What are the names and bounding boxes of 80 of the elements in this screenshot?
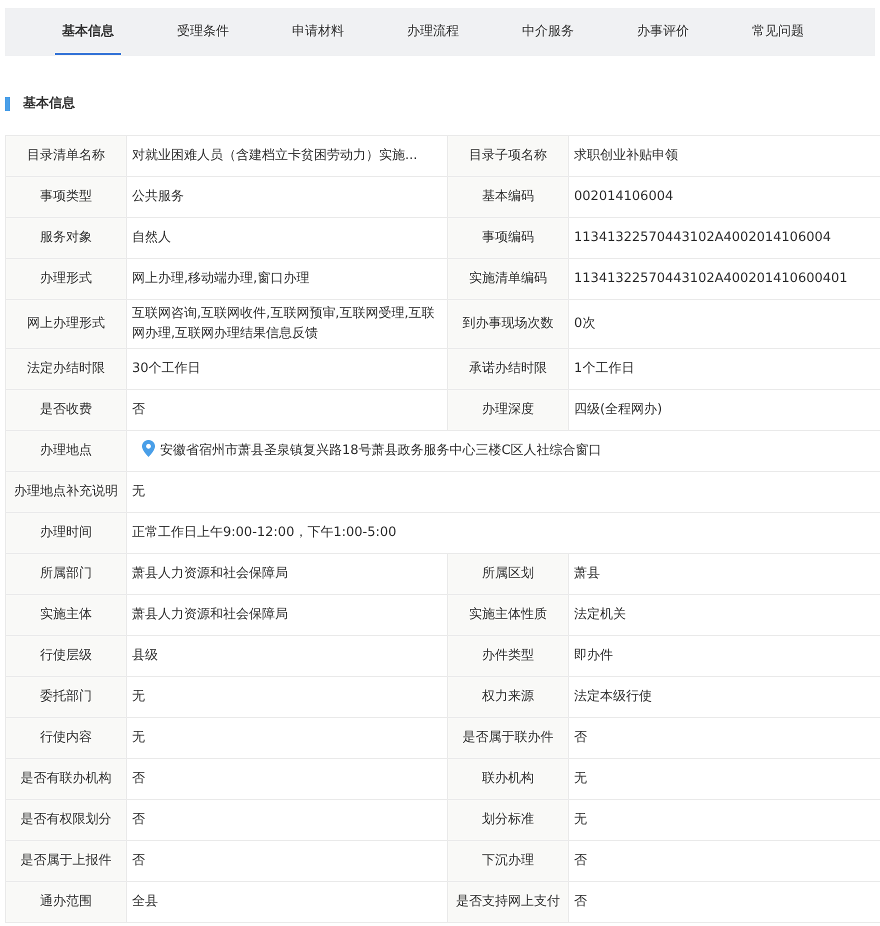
field-value: 即办件 [568, 635, 880, 676]
field-label: 实施主体 [6, 594, 126, 635]
tab[interactable]: 基本信息 [55, 8, 121, 56]
field-value: 网上办理,移动端办理,窗口办理 [126, 258, 448, 299]
field-value: 法定机关 [568, 594, 880, 635]
field-value: 002014106004 [568, 176, 880, 217]
field-value: 县级 [126, 635, 448, 676]
field-value: 否 [126, 840, 448, 881]
field-value: 无 [568, 758, 880, 799]
tab[interactable]: 办事评价 [630, 8, 696, 56]
field-value: 11341322570443102A4002014106004 [568, 217, 880, 258]
location-pin-icon [142, 440, 155, 457]
field-label: 事项类型 [6, 176, 126, 217]
field-label: 权力来源 [448, 676, 568, 717]
field-label: 委托部门 [6, 676, 126, 717]
field-label: 目录清单名称 [6, 135, 126, 176]
field-value: 自然人 [126, 217, 448, 258]
field-value: 否 [126, 389, 448, 430]
field-value: 11341322570443102A400201410600401 [568, 258, 880, 299]
field-label: 服务对象 [6, 217, 126, 258]
field-label: 办理深度 [448, 389, 568, 430]
tab[interactable]: 办理流程 [400, 8, 466, 56]
tab[interactable]: 常见问题 [745, 8, 811, 56]
field-label: 法定办结时限 [6, 348, 126, 389]
field-value: 萧县人力资源和社会保障局 [126, 594, 448, 635]
field-label: 到办事现场次数 [448, 299, 568, 348]
field-value: 0次 [568, 299, 880, 348]
field-value: 对就业困难人员（含建档立卡贫困劳动力）实施... [126, 135, 448, 176]
field-label: 是否有权限划分 [6, 799, 126, 840]
field-label: 网上办理形式 [6, 299, 126, 348]
field-value: 否 [126, 799, 448, 840]
field-label: 行使内容 [6, 717, 126, 758]
field-label: 所属区划 [448, 553, 568, 594]
field-label: 承诺办结时限 [448, 348, 568, 389]
field-value: 否 [568, 881, 880, 922]
field-label: 是否收费 [6, 389, 126, 430]
field-value: 否 [568, 840, 880, 881]
field-label: 基本编码 [448, 176, 568, 217]
field-value: 无 [126, 676, 448, 717]
tab[interactable]: 中介服务 [515, 8, 581, 56]
field-value: 无 [126, 717, 448, 758]
field-value: 1个工作日 [568, 348, 880, 389]
field-value: 无 [126, 471, 880, 512]
tab[interactable]: 申请材料 [285, 8, 351, 56]
field-value: 萧县 [568, 553, 880, 594]
field-value: 求职创业补贴申领 [568, 135, 880, 176]
field-value: 四级(全程网办) [568, 389, 880, 430]
field-label: 办理地点补充说明 [6, 471, 126, 512]
section-title: 基本信息 [23, 95, 75, 113]
section-marker [5, 96, 10, 111]
field-label: 事项编码 [448, 217, 568, 258]
field-label: 是否属于上报件 [6, 840, 126, 881]
field-label: 行使层级 [6, 635, 126, 676]
field-label: 目录子项名称 [448, 135, 568, 176]
field-label: 实施清单编码 [448, 258, 568, 299]
field-label: 办件类型 [448, 635, 568, 676]
field-value: 30个工作日 [126, 348, 448, 389]
tab[interactable]: 受理条件 [170, 8, 236, 56]
field-value: 正常工作日上午9:00-12:00，下午1:00-5:00 [126, 512, 880, 553]
field-label: 通办范围 [6, 881, 126, 922]
field-label: 办理时间 [6, 512, 126, 553]
field-label: 是否支持网上支付 [448, 881, 568, 922]
field-label: 实施主体性质 [448, 594, 568, 635]
field-label: 划分标准 [448, 799, 568, 840]
field-label: 是否属于联办件 [448, 717, 568, 758]
field-value: 公共服务 [126, 176, 448, 217]
field-label: 办理形式 [6, 258, 126, 299]
field-value: 萧县人力资源和社会保障局 [126, 553, 448, 594]
field-value: 否 [126, 758, 448, 799]
field-value: 全县 [126, 881, 448, 922]
field-label: 所属部门 [6, 553, 126, 594]
field-value: 互联网咨询,互联网收件,互联网预审,互联网受理,互联网办理,互联网办理结果信息反馈 [126, 299, 448, 348]
field-value: 无 [568, 799, 880, 840]
address-text: 安徽省宿州市萧县圣泉镇复兴路18号萧县政务服务中心三楼C区人社综合窗口 [160, 443, 602, 458]
field-value: 法定本级行使 [568, 676, 880, 717]
field-label: 办理地点 [6, 430, 126, 471]
field-label: 下沉办理 [448, 840, 568, 881]
field-label: 联办机构 [448, 758, 568, 799]
field-label: 是否有联办机构 [6, 758, 126, 799]
field-value: 否 [568, 717, 880, 758]
